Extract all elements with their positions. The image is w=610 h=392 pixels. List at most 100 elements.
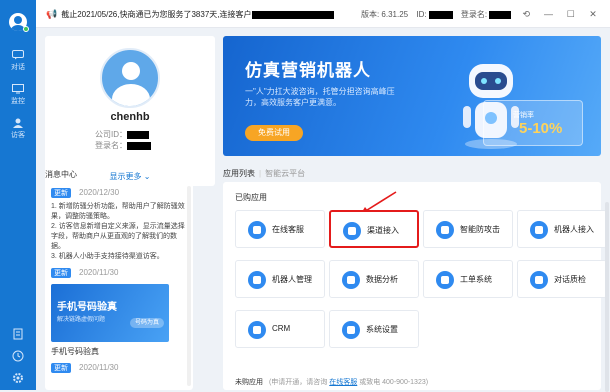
redacted-block (127, 130, 149, 139)
clock-icon[interactable] (12, 350, 24, 362)
analytics-icon (342, 271, 360, 289)
version-text: 版本: 6.31.25 (360, 10, 409, 19)
app-card-label: 智能防攻击 (460, 225, 500, 234)
app-card-quality[interactable]: 对话质检 (517, 260, 607, 298)
apps-panel: 已购应用 在线客服 渠道接入 智能防攻击 机器人接入 机器人管理 数据分析 工单… (223, 182, 607, 390)
app-card-online-service[interactable]: 在线客服 (235, 210, 325, 248)
app-card-robot-manage[interactable]: 机器人管理 (235, 260, 325, 298)
login-name-row: 登录名： (95, 140, 151, 151)
metric-value: 5-10% (519, 120, 563, 137)
redacted-block (489, 10, 512, 19)
sidebar-item-monitor[interactable]: 监控 (0, 84, 36, 106)
app-card-crm[interactable]: CRM (235, 310, 325, 348)
online-service-icon (248, 221, 266, 239)
settings-icon (342, 321, 360, 339)
app-card-channel-access[interactable]: 渠道接入 (329, 210, 419, 248)
tab-cloud-platform[interactable]: 智能云平台 (265, 169, 305, 178)
ticket-icon (436, 271, 454, 289)
message-text: 1. 新增防骚分析功能，帮助用户了解防骚效果，调整防骚策略。 2. 访客信息新增… (51, 203, 185, 260)
monitor-icon (12, 84, 24, 94)
tab-app-list[interactable]: 应用列表 (223, 169, 255, 178)
app-card-label: 机器人管理 (272, 275, 312, 284)
app-card-anti-attack[interactable]: 智能防攻击 (423, 210, 513, 248)
channel-access-icon (343, 222, 361, 240)
unpurchased-hint: (申请开通，请咨询 (268, 379, 328, 386)
sidebar-item-label: 访客 (11, 132, 25, 139)
service-notice: 📢 截止2021/05/26,快商通已为您服务了3837天,连接客户 (46, 9, 334, 20)
metric-label: 营销率 (513, 112, 534, 119)
app-card-analytics[interactable]: 数据分析 (329, 260, 419, 298)
id-label: ID: (416, 10, 427, 19)
login-label: 登录名: (460, 10, 488, 19)
message-center-title: 消息中心 (45, 170, 77, 179)
message-scrollbar[interactable] (187, 186, 191, 386)
message-date: 2020/11/30 (79, 268, 119, 277)
app-card-label: 数据分析 (366, 275, 398, 284)
app-card-robot-access[interactable]: 机器人接入 (517, 210, 607, 248)
online-service-link[interactable]: 在线客服 (329, 379, 357, 386)
app-card-label: 机器人接入 (554, 225, 594, 234)
minimize-icon[interactable]: — (542, 9, 556, 19)
message-item-header: 更新 2020/11/30 (51, 363, 185, 373)
message-image[interactable]: 手机号码验真 解决链路虚假问题 号码为真 (51, 284, 169, 342)
gear-icon[interactable] (12, 372, 24, 384)
profile-avatar-icon (100, 48, 160, 108)
app-card-label: 对话质检 (554, 275, 586, 284)
redacted-block (127, 141, 151, 150)
free-trial-button[interactable]: 免费试用 (245, 125, 303, 141)
message-item-header: 更新 2020/12/30 (51, 188, 185, 198)
update-tag: 更新 (51, 268, 71, 278)
app-card-label: CRM (272, 324, 291, 333)
app-card-label: 在线客服 (272, 225, 304, 234)
visitor-icon (13, 118, 23, 128)
title-bar: 📢 截止2021/05/26,快商通已为您服务了3837天,连接客户 版本: 6.… (36, 0, 610, 28)
main-content: chenhb 公司ID： 登录名： 显示更多 ⌄ 仿真营销机器人 一"人"力扛大… (36, 28, 610, 392)
sidebar-item-chat[interactable]: 对话 (0, 50, 36, 72)
unpurchased-apps-title: 未购应用 (235, 379, 263, 386)
update-tag: 更新 (51, 363, 71, 373)
apps-scrollbar[interactable] (605, 202, 609, 392)
redacted-block (251, 10, 334, 19)
banner-title: 仿真营销机器人 (245, 61, 371, 80)
chat-icon (12, 50, 24, 60)
app-card-label: 工单系统 (460, 275, 492, 284)
title-bar-right: 版本: 6.31.25 ID: 登录名: ⟲ — ☐ ✕ (355, 9, 600, 20)
message-center: 消息中心 更新 2020/12/30 1. 新增防骚分析功能，帮助用户了解防骚效果… (45, 166, 193, 390)
robot-manage-icon (248, 271, 266, 289)
robot-access-icon (530, 221, 548, 239)
unpurchased-hint-tail: 或致电 400-900-1323) (359, 379, 429, 386)
maximize-icon[interactable]: ☐ (564, 9, 578, 20)
redacted-block (428, 10, 453, 19)
app-card-label: 渠道接入 (367, 226, 399, 235)
app-card-settings[interactable]: 系统设置 (329, 310, 419, 348)
app-card-ticket[interactable]: 工单系统 (423, 260, 513, 298)
profile-name: chenhb (110, 111, 150, 123)
megaphone-icon: 📢 (46, 9, 58, 19)
sidebar-item-label: 监控 (11, 98, 25, 105)
app-card-label: 系统设置 (366, 325, 398, 334)
company-id-label: 公司ID： (95, 130, 127, 139)
close-icon[interactable]: ✕ (586, 9, 600, 20)
apps-tabs: 应用列表 | 智能云平台 (223, 169, 306, 178)
message-list[interactable]: 更新 2020/12/30 1. 新增防骚分析功能，帮助用户了解防骚效果，调整防骚… (51, 182, 185, 390)
online-status-dot (23, 26, 29, 32)
unpurchased-apps-row: 未购应用 (申请开通，请咨询 在线客服 或致电 400-900-1323) (235, 377, 428, 387)
service-notice-text: 截止2021/05/26,快商通已为您服务了3837天,连接客户 (61, 10, 252, 19)
login-name-label: 登录名： (95, 141, 127, 150)
switch-icon[interactable]: ⟲ (519, 9, 533, 20)
message-date: 2020/12/30 (79, 188, 120, 197)
message-image-title: 手机号码验真 (57, 302, 117, 313)
message-image-subtitle: 解决链路虚假问题 (57, 317, 106, 323)
apps-section: 应用列表 | 智能云平台 已购应用 在线客服 渠道接入 智能防攻击 机器人接入 … (223, 166, 609, 392)
sidebar-item-visitor[interactable]: 访客 (0, 118, 36, 140)
crm-icon (248, 321, 266, 339)
document-icon[interactable] (12, 328, 24, 340)
message-item-header: 更新 2020/11/30 (51, 268, 185, 278)
banner-description: 一"人"力扛大波咨询，托管分担咨询高峰压力，高效服务客户更满意。 (245, 87, 395, 107)
company-id-row: 公司ID： (95, 129, 149, 140)
profile-card: chenhb 公司ID： 登录名： 显示更多 ⌄ (45, 36, 215, 186)
promo-banner[interactable]: 仿真营销机器人 一"人"力扛大波咨询，托管分担咨询高峰压力，高效服务客户更满意。… (223, 36, 601, 156)
sidebar-item-label: 对话 (11, 64, 25, 71)
left-sidebar: 对话 监控 访客 (0, 0, 36, 390)
purchased-apps-title: 已购应用 (235, 193, 267, 202)
